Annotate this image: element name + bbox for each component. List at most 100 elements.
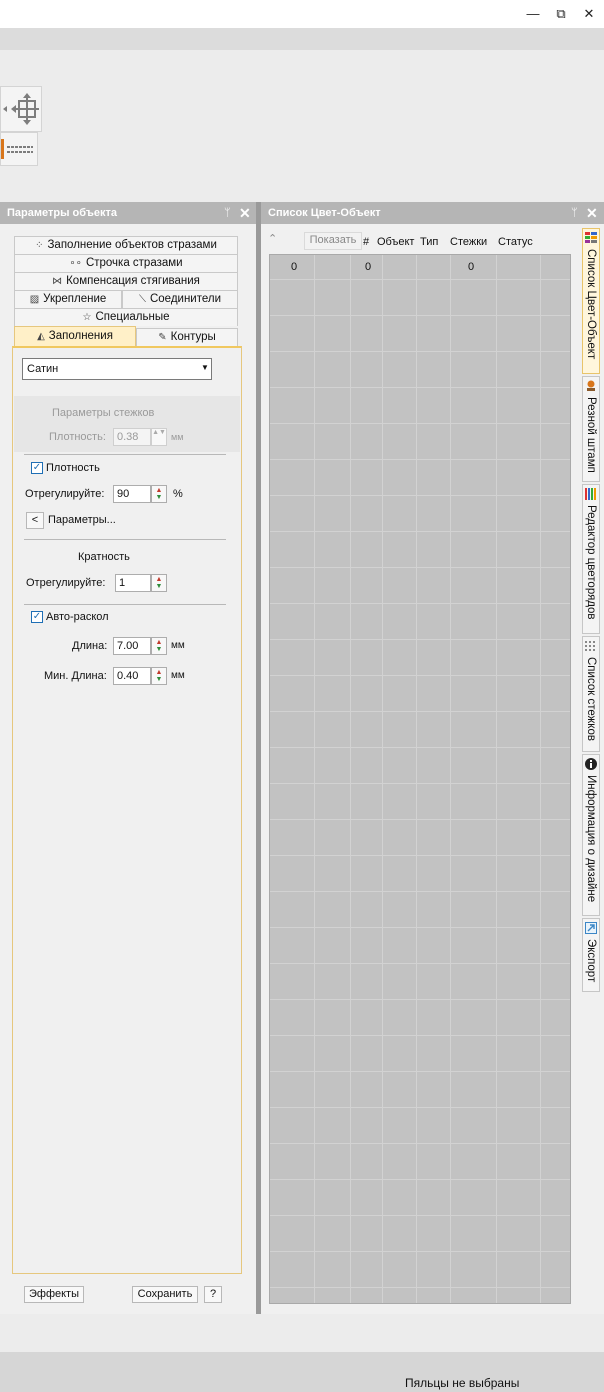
length-unit: мм <box>171 640 185 651</box>
column-header-number[interactable]: # <box>363 236 369 248</box>
side-tab-color-object-list[interactable]: Список Цвет-Объект <box>582 228 600 374</box>
tab-label: Строчка стразами <box>85 257 183 269</box>
close-window-button[interactable]: ✕ <box>578 4 600 24</box>
restore-button[interactable]: ⧉ <box>550 4 572 24</box>
grid-line <box>270 603 570 604</box>
minimize-button[interactable]: — <box>522 4 544 24</box>
tab-underlay[interactable]: ▨ Укрепление <box>14 290 122 308</box>
connectors-icon: ⟍ <box>138 294 146 305</box>
spin-down-icon: ▼ <box>155 583 163 590</box>
tab-pull-compensation[interactable]: ⋈ Компенсация стягивания <box>14 272 238 290</box>
grid-line <box>270 1035 570 1036</box>
tab-outlines[interactable]: ✎ Контуры <box>136 328 238 346</box>
tab-rhinestone-line[interactable]: ∘∘ Строчка стразами <box>14 254 238 272</box>
transform-tool-button[interactable] <box>0 86 42 132</box>
stitch-density-spinner[interactable]: ▲▼ <box>151 428 167 446</box>
grid-line <box>270 819 570 820</box>
fill-type-value: Сатин <box>27 363 59 375</box>
tab-label: Соединители <box>149 293 222 305</box>
panel-title: Список Цвет-Объект <box>268 207 381 219</box>
side-tab-label: Список Цвет-Объект <box>585 249 597 360</box>
tab-connectors[interactable]: ⟍ Соединители <box>122 290 238 308</box>
align-tool-button[interactable] <box>0 132 38 166</box>
column-header-type[interactable]: Тип <box>420 236 438 248</box>
menu-bar <box>0 28 604 50</box>
tab-special[interactable]: ☆ Специальные <box>14 308 238 326</box>
spin-up-icon: ▲ <box>155 487 163 494</box>
grid-line <box>496 255 497 1303</box>
min-length-unit: мм <box>171 670 185 681</box>
column-header-object[interactable]: Объект <box>377 236 417 248</box>
show-button[interactable]: Показать <box>304 232 362 250</box>
effects-button[interactable]: Эффекты <box>24 1286 84 1303</box>
tab-fills[interactable]: ◭ Заполнения <box>14 326 136 347</box>
stitch-density-unit: мм <box>171 432 184 442</box>
grid-cell: 0 <box>291 261 298 273</box>
tab-rhinestone-fill[interactable]: ⁘ Заполнение объектов стразами <box>14 236 238 254</box>
align-lines-icon <box>1 139 33 159</box>
pin-icon[interactable]: ᛘ <box>571 202 578 224</box>
spin-up-icon: ▲ <box>152 429 159 436</box>
color-object-grid[interactable]: 0 0 0 <box>269 254 571 1304</box>
spin-down-icon: ▼ <box>159 429 166 436</box>
side-tab-stitch-list[interactable]: Список стежков <box>582 636 600 752</box>
grid-line <box>270 351 570 352</box>
grid-line <box>270 639 570 640</box>
density-adjust-input[interactable]: 90 <box>113 485 151 503</box>
dropdown-arrow-icon: ▼ <box>201 363 209 372</box>
density-adjust-label: Отрегулируйте: <box>25 488 105 500</box>
close-panel-icon[interactable]: ✕ <box>239 202 251 224</box>
grid-line <box>270 387 570 388</box>
collapse-up-icon[interactable]: ⌃ <box>268 232 277 245</box>
grid-line <box>270 1287 570 1288</box>
grid-line <box>382 255 383 1303</box>
side-tab-label: Информация о дизайне <box>585 775 597 903</box>
side-tab-color-sequence-editor[interactable]: Редактор цветорядов <box>582 484 600 634</box>
side-tab-carved-stamp[interactable]: Резной штамп <box>582 376 600 482</box>
grid-line <box>314 255 315 1303</box>
side-tab-design-info[interactable]: Информация о дизайне <box>582 754 600 916</box>
grid-line <box>270 891 570 892</box>
auto-split-checkbox[interactable]: ✓ <box>31 611 43 623</box>
multiplicity-input[interactable]: 1 <box>115 574 151 592</box>
params-label[interactable]: Параметры... <box>48 514 116 526</box>
density-adjust-spinner[interactable]: ▲ ▼ <box>151 485 167 503</box>
length-input[interactable]: 7.00 <box>113 637 151 655</box>
length-spinner[interactable]: ▲ ▼ <box>151 637 167 655</box>
color-object-list-header: Список Цвет-Объект ᛘ ✕ <box>261 202 604 224</box>
grid-line <box>270 747 570 748</box>
save-button[interactable]: Сохранить <box>132 1286 198 1303</box>
min-length-label: Мин. Длина: <box>44 670 107 682</box>
pin-icon[interactable]: ᛘ <box>224 202 231 224</box>
stamp-icon <box>587 380 595 391</box>
panel-title: Параметры объекта <box>7 207 118 219</box>
side-tab-label: Резной штамп <box>585 397 597 473</box>
density-adjust-unit: % <box>173 488 183 500</box>
help-button[interactable]: ? <box>204 1286 222 1303</box>
stitch-density-input[interactable]: 0.38 <box>113 428 151 446</box>
fill-type-dropdown[interactable]: Сатин ▼ <box>22 358 212 380</box>
tab-label: Заполнение объектов стразами <box>47 239 217 251</box>
side-tab-label: Редактор цветорядов <box>585 505 597 620</box>
min-length-spinner[interactable]: ▲ ▼ <box>151 667 167 685</box>
close-panel-icon[interactable]: ✕ <box>586 202 598 224</box>
density-checkbox-label: Плотность <box>46 462 100 474</box>
min-length-input[interactable]: 0.40 <box>113 667 151 685</box>
tab-label: Контуры <box>170 331 216 343</box>
grid-line <box>270 675 570 676</box>
fill-bucket-icon: ◭ <box>37 331 45 342</box>
grid-line <box>270 1179 570 1180</box>
params-expand-button[interactable]: < <box>26 512 44 529</box>
multiplicity-spinner[interactable]: ▲ ▼ <box>151 574 167 592</box>
title-bar: — ⧉ ✕ <box>0 0 604 28</box>
divider <box>24 604 226 605</box>
grid-line <box>270 567 570 568</box>
density-checkbox[interactable]: ✓ <box>31 462 43 474</box>
column-header-stitches[interactable]: Стежки <box>450 236 487 248</box>
side-tab-export[interactable]: Экспорт <box>582 918 600 992</box>
grid-line <box>270 495 570 496</box>
spin-down-icon: ▼ <box>155 676 163 683</box>
grid-line <box>270 315 570 316</box>
spin-down-icon: ▼ <box>155 646 163 653</box>
column-header-status[interactable]: Статус <box>498 236 533 248</box>
